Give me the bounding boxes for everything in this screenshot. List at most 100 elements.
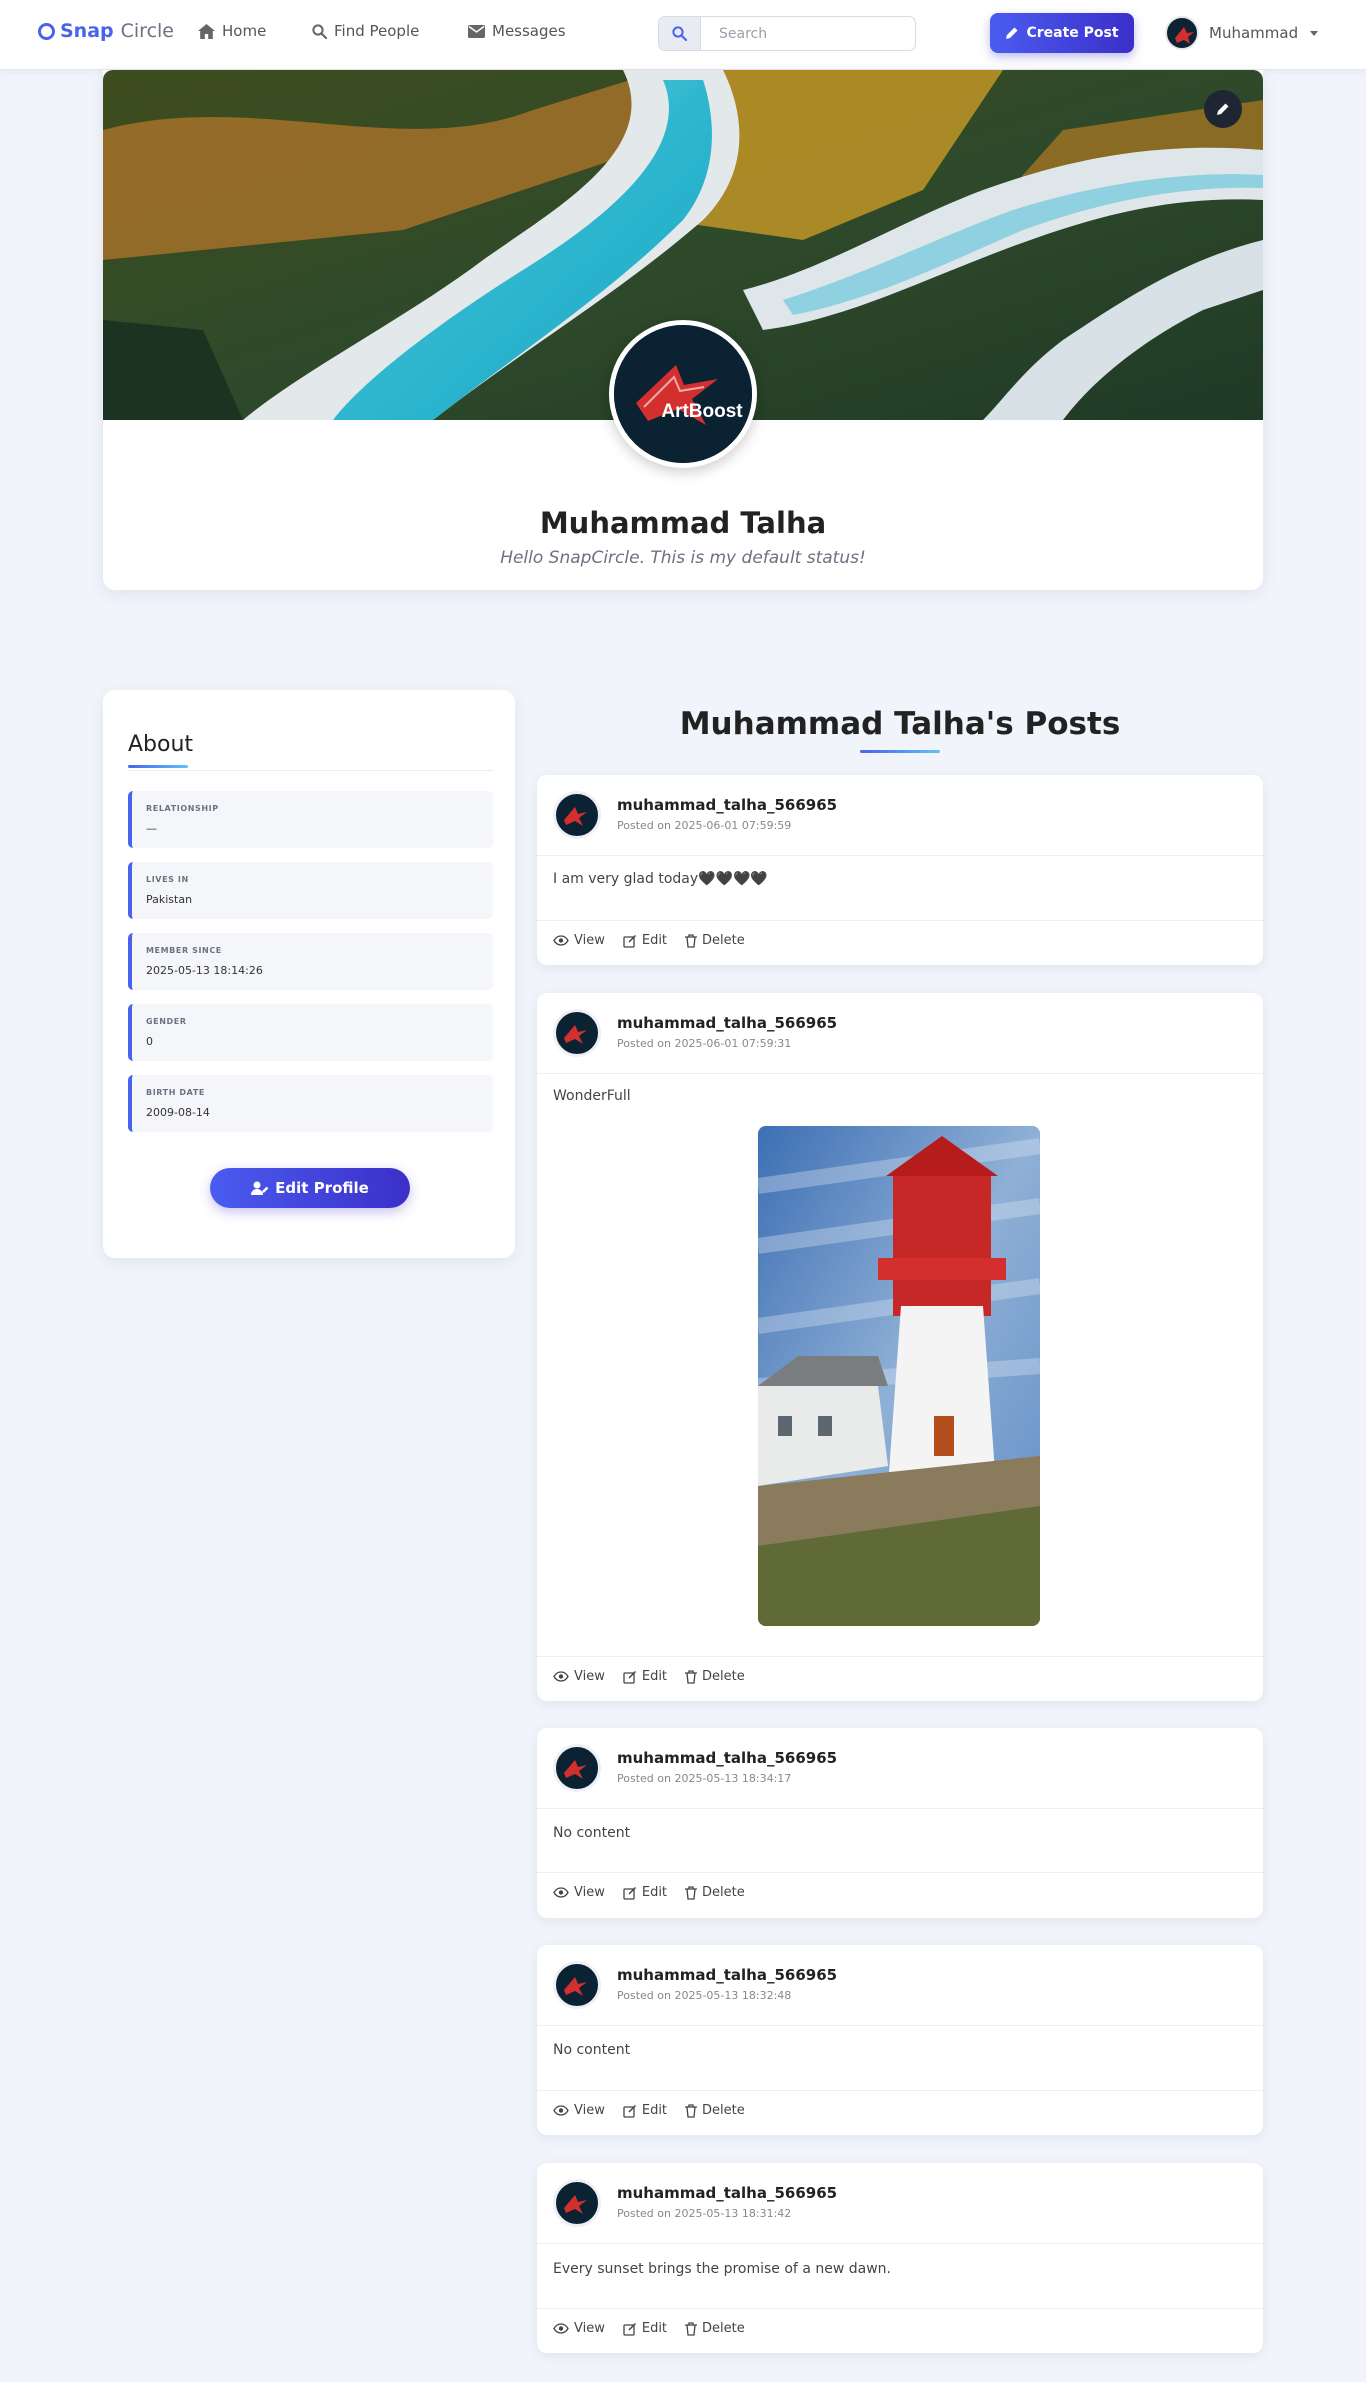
eye-icon xyxy=(553,2105,569,2116)
edit-post-button[interactable]: Edit xyxy=(623,2321,667,2336)
brand-name-part2: Circle xyxy=(120,20,174,42)
eye-icon xyxy=(553,1887,569,1898)
delete-post-button[interactable]: Delete xyxy=(685,933,745,948)
nav-link-home-label: Home xyxy=(222,22,267,40)
home-icon xyxy=(198,23,215,39)
user-menu-toggle[interactable]: Muhammad xyxy=(1165,16,1319,50)
edit-icon xyxy=(623,1670,636,1684)
post-date: Posted on 2025-05-13 18:31:42 xyxy=(617,2207,792,2220)
posts-title-underline xyxy=(860,750,940,753)
avatar xyxy=(553,1744,601,1792)
edit-post-button[interactable]: Edit xyxy=(623,933,667,948)
search-button[interactable] xyxy=(659,17,701,50)
view-post-button[interactable]: View xyxy=(553,933,605,948)
create-post-button[interactable]: Create Post xyxy=(990,13,1134,53)
post-actions: View Edit Delete xyxy=(553,1885,763,1900)
nav-link-home[interactable]: Home xyxy=(198,22,266,40)
post-date: Posted on 2025-05-13 18:32:48 xyxy=(617,1989,792,2002)
divider xyxy=(537,920,1263,921)
nav-link-find-people[interactable]: Find People xyxy=(312,22,419,40)
divider xyxy=(537,2243,1263,2244)
trash-icon xyxy=(685,2321,698,2336)
post-actions: View Edit Delete xyxy=(553,933,763,948)
post-username[interactable]: muhammad_talha_566965 xyxy=(617,1749,837,1767)
post-username[interactable]: muhammad_talha_566965 xyxy=(617,2184,837,2202)
post-date: Posted on 2025-06-01 07:59:59 xyxy=(617,819,792,832)
view-post-button[interactable]: View xyxy=(553,2321,605,2336)
info-label: RELATIONSHIP xyxy=(146,804,219,813)
info-value: Pakistan xyxy=(146,893,193,906)
divider xyxy=(537,1073,1263,1074)
post-content: No content xyxy=(553,2042,631,2058)
avatar xyxy=(553,1961,601,2009)
post-username[interactable]: muhammad_talha_566965 xyxy=(617,1014,837,1032)
brand-name-part1: Snap xyxy=(60,20,114,42)
divider xyxy=(537,1808,1263,1809)
post-username[interactable]: muhammad_talha_566965 xyxy=(617,796,837,814)
post-card: muhammad_talha_566965 Posted on 2025-05-… xyxy=(537,1945,1263,2135)
edit-profile-button[interactable]: Edit Profile xyxy=(210,1168,410,1208)
user-edit-icon xyxy=(251,1181,269,1195)
post-date: Posted on 2025-05-13 18:34:17 xyxy=(617,1772,792,1785)
post-content: I am very glad today🖤🖤🖤🖤 xyxy=(553,871,768,887)
info-value: 0 xyxy=(146,1035,153,1048)
avatar xyxy=(553,1009,601,1057)
nav-link-messages[interactable]: Messages xyxy=(468,22,566,40)
posts-section-title: Muhammad Talha's Posts xyxy=(679,706,1121,742)
divider xyxy=(537,1872,1263,1873)
delete-post-button[interactable]: Delete xyxy=(685,2103,745,2118)
eye-icon xyxy=(553,935,569,946)
divider xyxy=(537,1656,1263,1657)
about-title: About xyxy=(128,732,194,757)
svg-text:ArtBoost: ArtBoost xyxy=(661,401,743,422)
delete-post-button[interactable]: Delete xyxy=(685,1669,745,1684)
info-lives-in: LIVES IN Pakistan xyxy=(128,862,493,919)
edit-icon xyxy=(623,2322,636,2336)
post-date: Posted on 2025-06-01 07:59:31 xyxy=(617,1037,792,1050)
artboost-logo: ArtBoost xyxy=(614,325,752,463)
edit-post-button[interactable]: Edit xyxy=(623,1885,667,1900)
search-icon xyxy=(672,26,687,41)
eye-icon xyxy=(553,1671,569,1682)
edit-post-button[interactable]: Edit xyxy=(623,2103,667,2118)
post-content: Every sunset brings the promise of a new… xyxy=(553,2261,891,2277)
about-title-underline xyxy=(128,765,188,768)
view-post-button[interactable]: View xyxy=(553,2103,605,2118)
brand-logo[interactable]: Snap Circle xyxy=(38,20,174,42)
avatar xyxy=(1165,16,1199,50)
profile-status: Hello SnapCircle. This is my default sta… xyxy=(500,548,866,568)
post-content: WonderFull xyxy=(553,1088,631,1104)
post-username[interactable]: muhammad_talha_566965 xyxy=(617,1966,837,1984)
pencil-icon xyxy=(1006,27,1018,39)
trash-icon xyxy=(685,1885,698,1900)
profile-header-card: ArtBoost Muhammad Talha Hello SnapCircle… xyxy=(103,70,1263,590)
edit-profile-label: Edit Profile xyxy=(275,1179,369,1197)
info-label: BIRTH DATE xyxy=(146,1088,205,1097)
info-value: 2025-05-13 18:14:26 xyxy=(146,964,263,977)
nav-link-messages-label: Messages xyxy=(492,22,566,40)
profile-avatar[interactable]: ArtBoost xyxy=(609,320,757,468)
info-value: 2009-08-14 xyxy=(146,1106,210,1119)
search-icon xyxy=(312,23,327,39)
envelope-icon xyxy=(468,24,485,38)
info-birth-date: BIRTH DATE 2009-08-14 xyxy=(128,1075,493,1132)
info-value: — xyxy=(146,822,157,835)
divider xyxy=(537,2308,1263,2309)
create-post-label: Create Post xyxy=(1026,25,1119,41)
search-bar xyxy=(658,16,916,51)
post-actions: View Edit Delete xyxy=(553,1669,763,1684)
delete-post-button[interactable]: Delete xyxy=(685,2321,745,2336)
edit-icon xyxy=(623,1886,636,1900)
divider xyxy=(537,2025,1263,2026)
post-image[interactable] xyxy=(758,1126,1040,1626)
view-post-button[interactable]: View xyxy=(553,1669,605,1684)
divider xyxy=(537,2090,1263,2091)
view-post-button[interactable]: View xyxy=(553,1885,605,1900)
about-card: About RELATIONSHIP — LIVES IN Pakistan M… xyxy=(103,690,515,1258)
delete-post-button[interactable]: Delete xyxy=(685,1885,745,1900)
edit-cover-button[interactable] xyxy=(1204,90,1242,128)
nav-link-find-people-label: Find People xyxy=(334,22,420,40)
search-input[interactable] xyxy=(701,17,915,50)
edit-post-button[interactable]: Edit xyxy=(623,1669,667,1684)
post-card: muhammad_talha_566965 Posted on 2025-05-… xyxy=(537,2163,1263,2353)
